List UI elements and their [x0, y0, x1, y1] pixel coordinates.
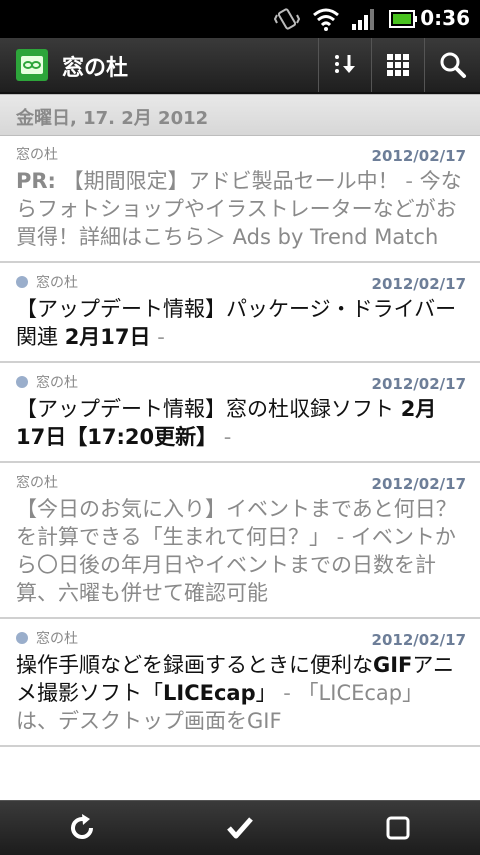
search-button[interactable]: [424, 38, 480, 92]
bottom-bar: [0, 800, 480, 855]
grid-icon: [387, 54, 409, 76]
item-title: 【アップデート情報】パッケージ・ドライバー関連 2月17日 -: [16, 297, 457, 349]
unread-dot-icon: [16, 632, 28, 644]
app-title: 窓の杜: [62, 56, 129, 81]
mark-read-button[interactable]: [210, 801, 270, 855]
date-section-header: 金曜日, 17. 2月 2012: [0, 94, 480, 136]
item-title: 【アップデート情報】窓の杜収録ソフト 2月17日【17:20更新】 -: [16, 397, 437, 449]
battery-icon: [389, 10, 417, 28]
sort-button[interactable]: [318, 38, 371, 92]
item-title: 【今日のお気に入り】イベントまであと何日？を計算できる「生まれて何日？」 - イ…: [16, 497, 457, 605]
unread-dot-icon: [16, 276, 28, 288]
item-date: 2012/02/17: [371, 475, 466, 493]
feed-item[interactable]: 窓の杜 2012/02/17 【アップデート情報】パッケージ・ドライバー関連 2…: [0, 263, 480, 363]
search-icon: [440, 52, 466, 78]
select-button[interactable]: [368, 801, 428, 855]
grid-view-button[interactable]: [371, 38, 424, 92]
item-date: 2012/02/17: [371, 147, 466, 165]
wifi-icon: [313, 8, 339, 31]
signal-icon: [352, 9, 374, 30]
item-title: 操作手順などを録画するときに便利なGIFアニメ撮影ソフト「LICEcap」 - …: [16, 653, 454, 733]
refresh-button[interactable]: [52, 801, 112, 855]
vibrate-icon: [274, 8, 300, 30]
feed-item[interactable]: 窓の杜 2012/02/17 【アップデート情報】窓の杜収録ソフト 2月17日【…: [0, 363, 480, 463]
date-header-text: 金曜日, 17. 2月 2012: [16, 108, 209, 129]
checkbox-icon: [386, 816, 410, 840]
item-date: 2012/02/17: [371, 375, 466, 393]
app-icon: [16, 49, 48, 81]
feed-item[interactable]: 窓の杜 2012/02/17 PR: 【期間限定】アドビ製品セール中！ - 今な…: [0, 135, 480, 263]
unread-dot-icon: [16, 376, 28, 388]
feed-list[interactable]: 窓の杜 2012/02/17 PR: 【期間限定】アドビ製品セール中！ - 今な…: [0, 135, 480, 800]
checkmark-icon: [227, 817, 253, 839]
sort-down-icon: [335, 55, 355, 73]
status-bar: 0:36: [0, 0, 480, 38]
refresh-icon: [71, 814, 93, 839]
item-title: PR: 【期間限定】アドビ製品セール中！ - 今ならフォトショップやイラストレー…: [16, 169, 462, 249]
feed-item[interactable]: 窓の杜 2012/02/17 操作手順などを録画するときに便利なGIFアニメ撮影…: [0, 619, 480, 747]
clock: 0:36: [420, 6, 470, 30]
action-bar: 窓の杜: [0, 38, 480, 94]
feed-item[interactable]: 窓の杜 2012/02/17 【今日のお気に入り】イベントまであと何日？を計算で…: [0, 463, 480, 619]
item-date: 2012/02/17: [371, 275, 466, 293]
item-date: 2012/02/17: [371, 631, 466, 649]
